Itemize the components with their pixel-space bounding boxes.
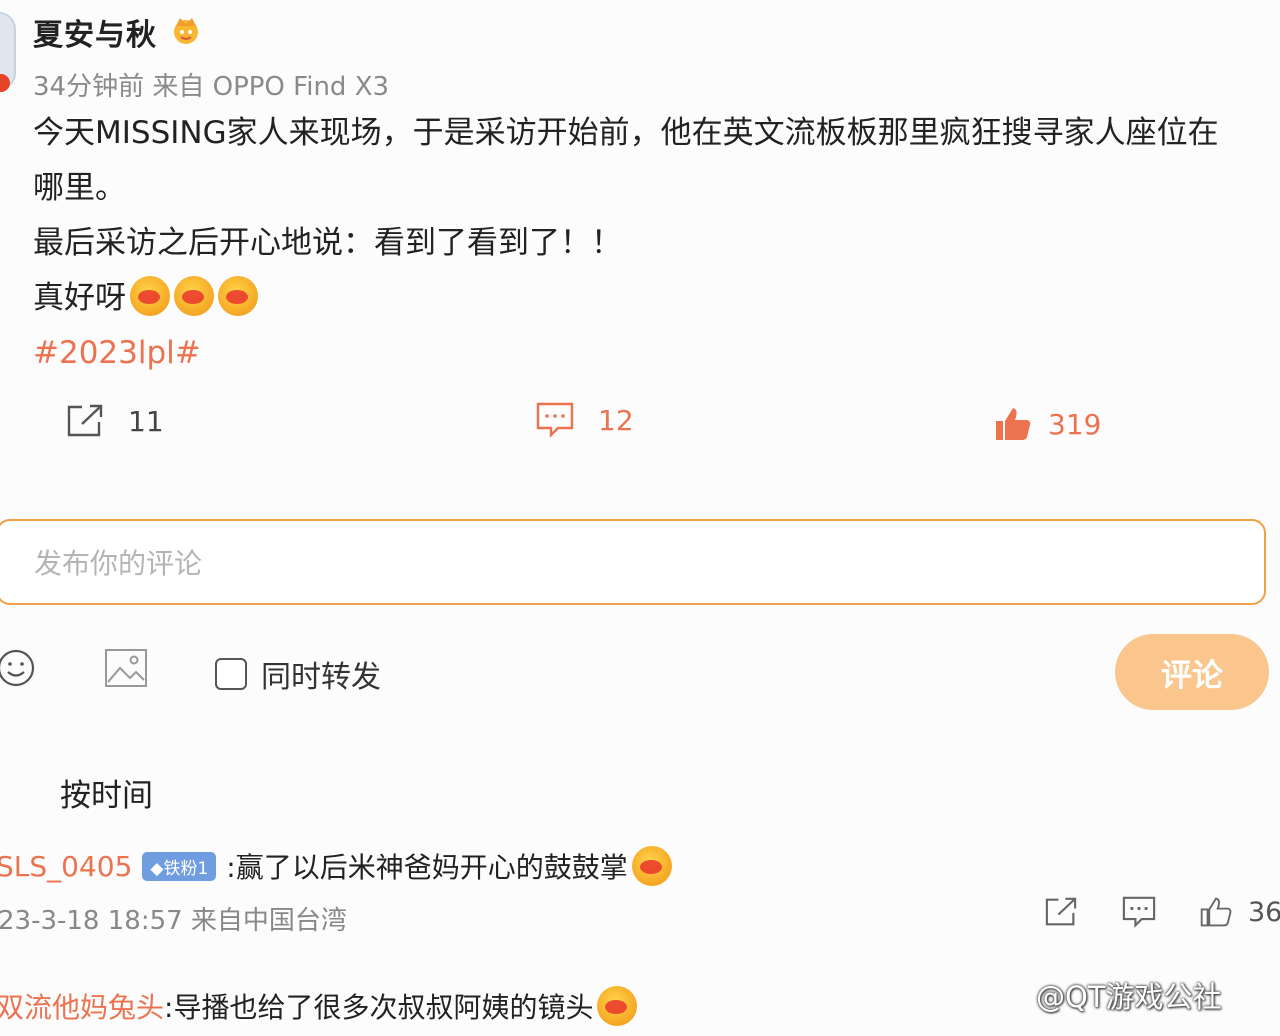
comment-icon [536, 402, 574, 438]
comment-count: 12 [598, 403, 634, 437]
like-button[interactable]: 319 [994, 406, 1101, 442]
post-text-line: 真好呀 [33, 271, 1263, 326]
like-count: 319 [1048, 407, 1102, 441]
post-meta: 34分钟前 来自 OPPO Find X3 [33, 72, 390, 102]
comment-username[interactable]: 双流他妈兔头 [0, 986, 164, 1026]
repost-count: 11 [128, 404, 164, 438]
repost-checkbox[interactable]: 同时转发 [215, 652, 381, 696]
crown-icon [174, 18, 198, 44]
post-text-line: 今天MISSING家人来现场，于是采访开始前，他在英文流板板那里疯狂搜寻家人座位… [33, 115, 1219, 151]
comment-text: :导播也给了很多次叔叔阿姨的镜头 [164, 991, 594, 1024]
blush-emoji-icon [218, 276, 258, 316]
sort-by-time-tab[interactable]: 按时间 [60, 770, 153, 815]
blush-emoji-icon [130, 276, 170, 316]
comment-input-box[interactable] [0, 519, 1280, 605]
repost-checkbox-label: 同时转发 [261, 660, 381, 695]
post-content: 今天MISSING家人来现场，于是采访开始前，他在英文流板板那里疯狂搜寻家人座位… [33, 106, 1263, 381]
comment-item: 双流他妈兔头 :导播也给了很多次叔叔阿姨的镜头 [0, 986, 638, 1026]
comment-username[interactable]: SLS_0405 [0, 850, 132, 883]
share-icon[interactable] [1044, 897, 1078, 927]
clap-emoji-icon [631, 846, 672, 886]
post-text-line: 最后采访之后开心地说：看到了看到了！！ [33, 225, 622, 261]
comment-text: :赢了以后米神爸妈开心的鼓鼓掌 [226, 851, 628, 884]
comment-actions: 36 [1044, 896, 1280, 928]
crying-emoji-icon [597, 986, 638, 1026]
submit-comment-button[interactable]: 评论 [1115, 634, 1269, 710]
thumbs-up-icon [996, 408, 1031, 440]
image-upload-icon[interactable] [104, 648, 148, 688]
thumbs-up-icon[interactable] [1200, 896, 1232, 928]
repost-button[interactable]: 11 [66, 404, 164, 438]
post-author[interactable]: 夏安与秋 [33, 10, 157, 54]
emoji-picker-icon[interactable] [0, 648, 36, 688]
weibo-post-page: 夏安与秋 34分钟前 来自 OPPO Find X3 今天MISSING家人来现… [0, 0, 1280, 1036]
share-icon [67, 404, 103, 437]
comment-icon[interactable] [1122, 896, 1156, 928]
comment-input[interactable] [0, 521, 1280, 605]
watermark: @QT游戏公社 [1036, 980, 1222, 1014]
comment-meta: 23-3-18 18:57 来自中国台湾 [0, 906, 347, 936]
fan-badge: ◆铁粉1 [142, 851, 217, 881]
hashtag-link[interactable]: #2023lpl# [33, 326, 1263, 381]
comment-item: SLS_0405 ◆铁粉1 :赢了以后米神爸妈开心的鼓鼓掌 [0, 846, 672, 886]
blush-emoji-icon [174, 276, 214, 316]
checkbox[interactable] [215, 658, 247, 690]
post-text-line: 哪里。 [33, 170, 126, 206]
comment-like-count: 36 [1248, 896, 1280, 928]
comment-button[interactable]: 12 [536, 402, 634, 438]
post-text-fragment: 真好呀 [33, 280, 126, 316]
